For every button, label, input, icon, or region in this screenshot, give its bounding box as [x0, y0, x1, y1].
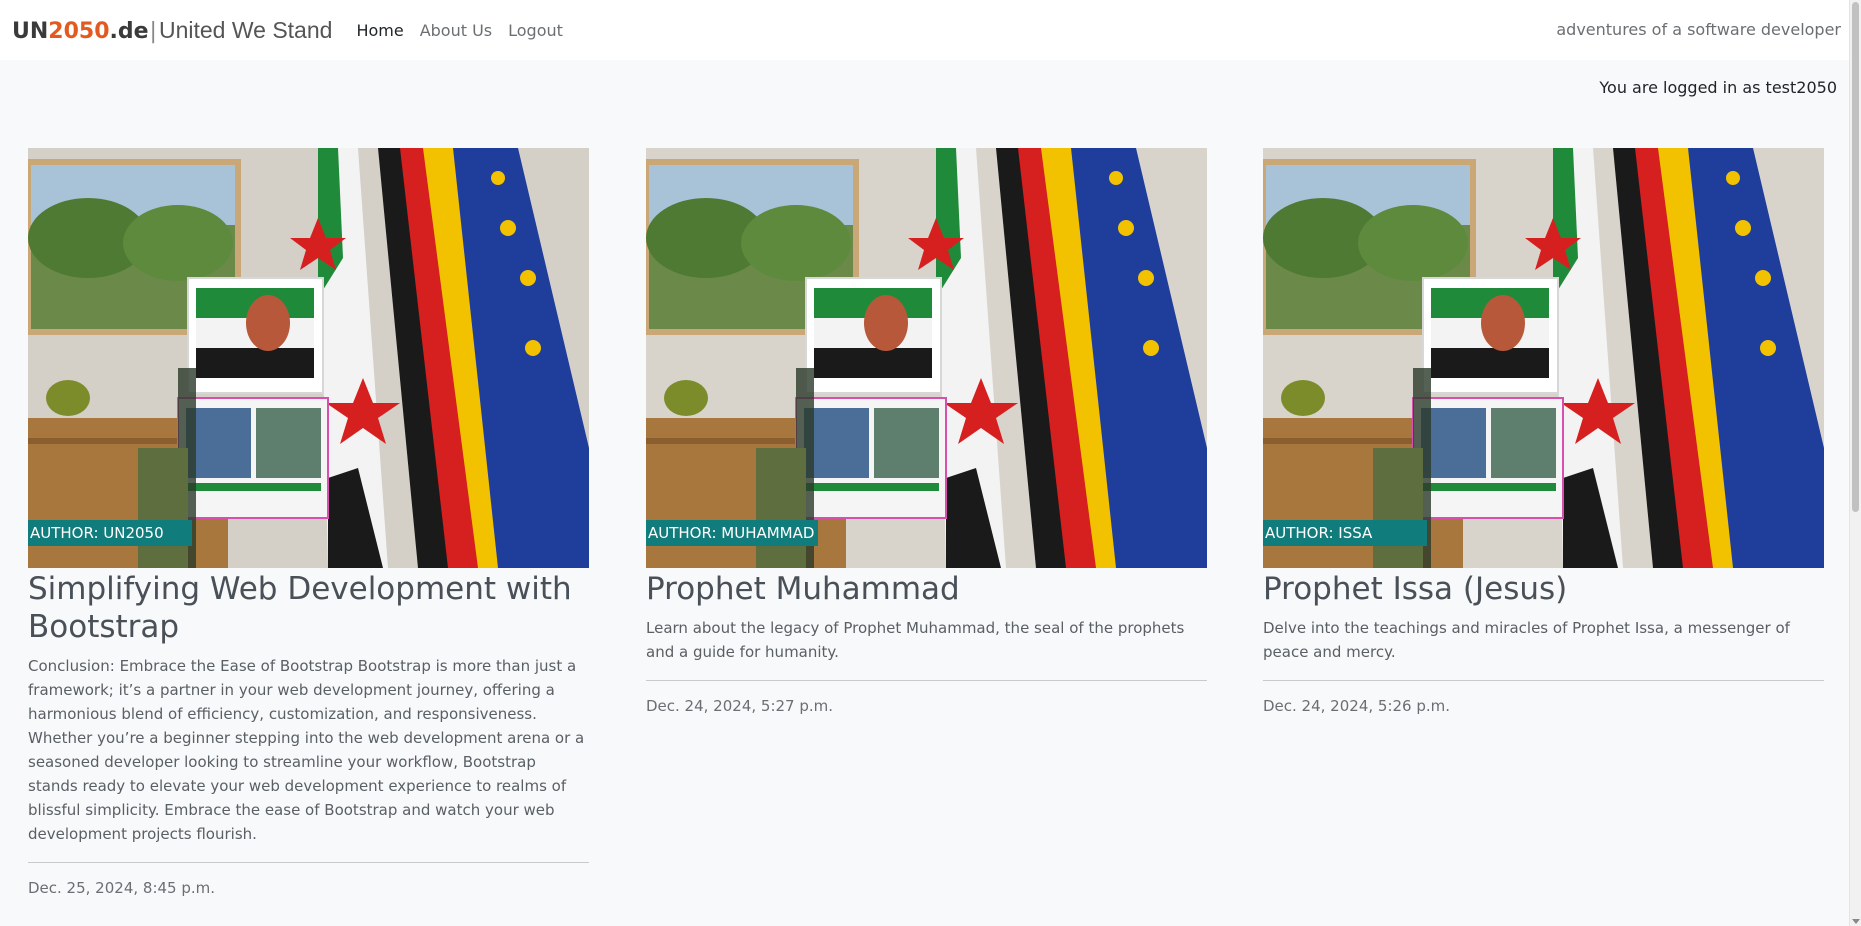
post-description: Delve into the teachings and miracles of…: [1263, 619, 1790, 661]
post-date: Dec. 24, 2024, 5:27 p.m.: [646, 697, 834, 715]
post-image[interactable]: AUTHOR: ISSA: [1263, 148, 1824, 568]
post-title[interactable]: Simplifying Web Development with Bootstr…: [28, 570, 589, 646]
post-title[interactable]: Prophet Issa (Jesus): [1263, 570, 1824, 608]
post-image[interactable]: AUTHOR: MUHAMMAD: [646, 148, 1207, 568]
post-photo-graphic: [28, 148, 589, 568]
post-divider: [28, 862, 589, 863]
brand-logo[interactable]: UN 2050 .de | United We Stand: [12, 17, 332, 44]
post-title[interactable]: Prophet Muhammad: [646, 570, 1207, 608]
post-description: Conclusion: Embrace the Ease of Bootstra…: [28, 657, 585, 843]
brand-tagline: United We Stand: [158, 16, 333, 43]
nav-logout-link[interactable]: Logout: [508, 21, 563, 40]
post-image[interactable]: AUTHOR: UN2050: [28, 148, 589, 568]
brand-number: 2050: [48, 18, 110, 44]
nav-about-link[interactable]: About Us: [420, 21, 492, 40]
page-scrollbar[interactable]: [1849, 0, 1861, 926]
logged-in-status: You are logged in as test2050: [1599, 78, 1837, 97]
author-badge: AUTHOR: ISSA: [1263, 520, 1427, 546]
post-divider: [646, 680, 1207, 681]
post-date: Dec. 24, 2024, 5:26 p.m.: [1263, 697, 1451, 715]
nav-tagline-right: adventures of a software developer: [1556, 20, 1841, 39]
post-date: Dec. 25, 2024, 8:45 p.m.: [28, 879, 216, 897]
post-card: AUTHOR: UN2050 Simplifying Web Developme…: [28, 148, 589, 897]
post-card: AUTHOR: MUHAMMAD Prophet Muhammad Learn …: [646, 148, 1207, 715]
post-photo-graphic: [646, 148, 1207, 568]
post-divider: [1263, 680, 1824, 681]
post-description: Learn about the legacy of Prophet Muhamm…: [646, 619, 1185, 661]
brand-domain: .de: [109, 18, 149, 44]
post-photo-graphic: [1263, 148, 1824, 568]
navbar: UN 2050 .de | United We Stand Home About Us …: [0, 0, 1861, 60]
scroll-down-arrow-icon[interactable]: [1852, 919, 1860, 924]
brand-separator: |: [149, 18, 157, 44]
nav-home-link[interactable]: Home: [356, 21, 403, 40]
brand-un: UN: [12, 18, 49, 44]
author-badge: AUTHOR: MUHAMMAD: [646, 520, 819, 546]
nav-links: Home About Us Logout: [356, 21, 578, 40]
author-badge: AUTHOR: UN2050: [28, 520, 192, 546]
scrollbar-thumb[interactable]: [1852, 2, 1859, 512]
post-card: AUTHOR: ISSA Prophet Issa (Jesus) Delve …: [1263, 148, 1824, 715]
